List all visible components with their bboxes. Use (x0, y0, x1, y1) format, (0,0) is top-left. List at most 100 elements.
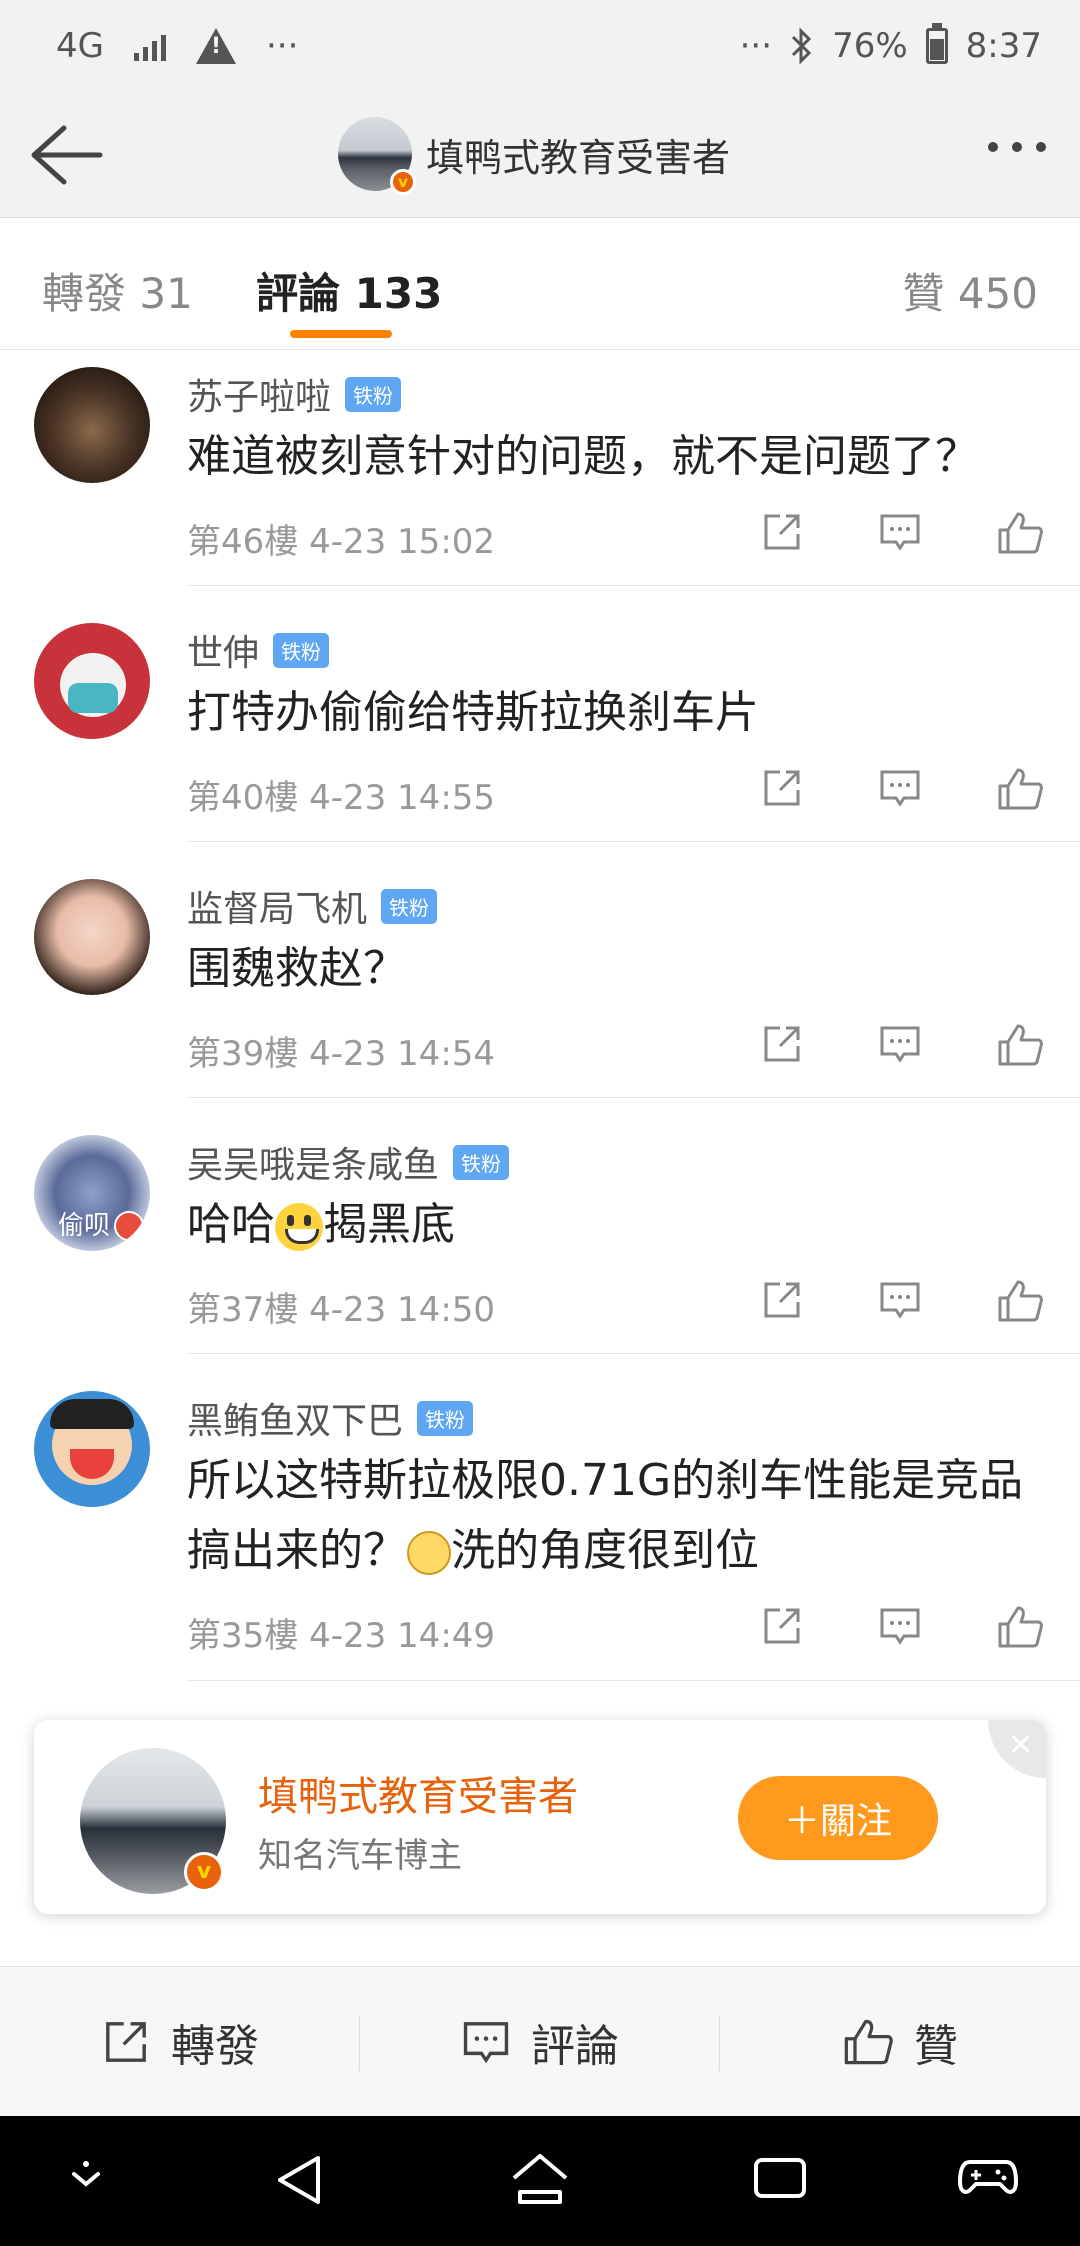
commenter-avatar[interactable] (34, 367, 150, 483)
repost-icon[interactable] (760, 510, 804, 554)
status-left-more: ··· (265, 26, 299, 66)
card-author-avatar[interactable]: v (80, 1748, 226, 1894)
bottom-action-bar: 轉發 評論 贊 (0, 1966, 1080, 2116)
reply-icon[interactable] (878, 510, 922, 554)
comment-meta: 第46樓 4-23 15:02 (187, 514, 495, 563)
active-tab-indicator (290, 330, 392, 338)
comment-text-part: 揭黑底 (323, 1199, 455, 1250)
comment-header: 吴吴哦是条咸鱼 铁粉 (187, 1136, 510, 1188)
close-icon: × (1007, 1724, 1034, 1762)
clock: 8:37 (965, 26, 1042, 66)
commenter-name[interactable]: 黑鲔鱼双下巴 (187, 1392, 403, 1444)
fan-badge: 铁粉 (381, 888, 438, 924)
like-icon[interactable] (996, 766, 1044, 812)
tab-likes[interactable]: 贊 450 (902, 260, 1038, 321)
verified-badge-icon: v (390, 169, 416, 195)
like-icon (844, 2019, 893, 2064)
comment-floor: 第46樓 (187, 522, 299, 562)
commenter-avatar[interactable]: 偷呗 (34, 1135, 150, 1251)
gamepad-icon[interactable] (958, 2152, 1018, 2202)
comment-text: 所以这特斯拉极限0.71G的刹车性能是竞品 搞出来的？ 洗的角度很到位 (187, 1446, 1047, 1586)
back-arrow-icon[interactable] (28, 122, 104, 188)
fan-badge: 铁粉 (453, 1144, 510, 1180)
status-bar: 4G ··· ··· 76% 8:37 (0, 0, 1080, 92)
like-icon[interactable] (996, 1022, 1044, 1068)
comment-button[interactable]: 評論 (360, 1967, 720, 2116)
comment-actions (760, 766, 1044, 812)
divider (187, 841, 1080, 842)
comment-floor: 第39樓 (187, 1034, 299, 1074)
reply-icon[interactable] (878, 1278, 922, 1322)
status-right: ··· 76% 8:37 (739, 23, 1042, 66)
like-icon[interactable] (996, 1278, 1044, 1324)
divider (187, 585, 1080, 586)
reply-icon[interactable] (878, 1022, 922, 1066)
laugh-emoji-icon (407, 1531, 451, 1575)
commenter-name[interactable]: 苏子啦啦 (187, 368, 331, 420)
divider (187, 1353, 1080, 1354)
like-icon[interactable] (996, 510, 1044, 556)
repost-button[interactable]: 轉發 (0, 1967, 360, 2116)
comment-text-part: 所以这特斯拉极限0.71G的刹车性能是竞品 (187, 1455, 1024, 1506)
tab-comments[interactable]: 評論 133 (256, 260, 442, 321)
comment-time: 4-23 14:54 (309, 1034, 496, 1074)
comment-actions (760, 1022, 1044, 1068)
author-avatar[interactable]: v (338, 117, 416, 195)
follow-button[interactable]: ＋關注 (738, 1776, 938, 1860)
back-nav-icon[interactable] (274, 2152, 324, 2208)
comment-meta: 第37樓 4-23 14:50 (187, 1282, 495, 1331)
card-author-name[interactable]: 填鸭式教育受害者 (258, 1764, 578, 1822)
author-header[interactable]: v 填鸭式教育受害者 (338, 117, 730, 195)
comment-header: 世伸 铁粉 (187, 624, 330, 676)
comment-meta: 第39樓 4-23 14:54 (187, 1026, 495, 1075)
commenter-name[interactable]: 世伸 (187, 624, 259, 676)
divider (187, 1680, 1080, 1681)
status-right-more: ··· (739, 26, 773, 66)
repost-icon[interactable] (760, 1604, 804, 1648)
comment-floor: 第37樓 (187, 1290, 299, 1330)
follow-button-label: ＋關注 (783, 1801, 892, 1842)
reply-icon[interactable] (878, 1604, 922, 1648)
repost-label: 轉發 (171, 2020, 259, 2072)
card-author-subtitle: 知名汽车博主 (258, 1836, 462, 1876)
follow-suggestion-card: × v 填鸭式教育受害者 知名汽车博主 ＋關注 (34, 1720, 1046, 1914)
commenter-name[interactable]: 监督局飞机 (187, 880, 367, 932)
hide-nav-icon[interactable] (66, 2152, 106, 2192)
author-name[interactable]: 填鸭式教育受害者 (426, 127, 730, 182)
warning-icon (195, 28, 236, 64)
repost-icon[interactable] (760, 1278, 804, 1322)
comment-header: 苏子啦啦 铁粉 (187, 368, 402, 420)
commenter-name[interactable]: 吴吴哦是条咸鱼 (187, 1136, 439, 1188)
comment-actions (760, 1278, 1044, 1324)
commenter-avatar[interactable] (34, 623, 150, 739)
tab-reposts[interactable]: 轉發 31 (42, 260, 193, 321)
fan-badge: 铁粉 (273, 632, 330, 668)
comment-time: 4-23 14:49 (309, 1616, 496, 1656)
comment-text: 打特办偷偷给特斯拉换刹车片 (187, 687, 759, 738)
like-button[interactable]: 贊 (720, 1967, 1080, 2116)
comment-label: 評論 (531, 2020, 619, 2072)
repost-icon[interactable] (760, 1022, 804, 1066)
comment-icon (463, 2021, 509, 2063)
home-nav-icon[interactable] (510, 2152, 570, 2206)
recents-nav-icon[interactable] (752, 2152, 808, 2202)
like-icon[interactable] (996, 1604, 1044, 1650)
more-options-icon[interactable] (988, 142, 1046, 152)
close-card-button[interactable]: × (988, 1720, 1046, 1778)
divider (187, 1097, 1080, 1098)
battery-icon (925, 23, 948, 64)
commenter-avatar[interactable] (34, 1391, 150, 1507)
comment-time: 4-23 14:55 (309, 778, 496, 818)
repost-icon[interactable] (760, 766, 804, 810)
comment-time: 4-23 15:02 (309, 522, 496, 562)
fan-badge: 铁粉 (345, 376, 402, 412)
verified-badge-icon: v (184, 1852, 224, 1892)
commenter-avatar[interactable] (34, 879, 150, 995)
signal-icon (133, 31, 166, 61)
reply-icon[interactable] (878, 766, 922, 810)
top-nav: v 填鸭式教育受害者 (0, 92, 1080, 218)
tab-bar: 轉發 31 評論 133 贊 450 (0, 218, 1080, 350)
comment-meta: 第40樓 4-23 14:55 (187, 770, 495, 819)
comment-text: 围魏救赵？ (187, 943, 407, 994)
comment-text-part: 洗的角度很到位 (451, 1525, 759, 1576)
